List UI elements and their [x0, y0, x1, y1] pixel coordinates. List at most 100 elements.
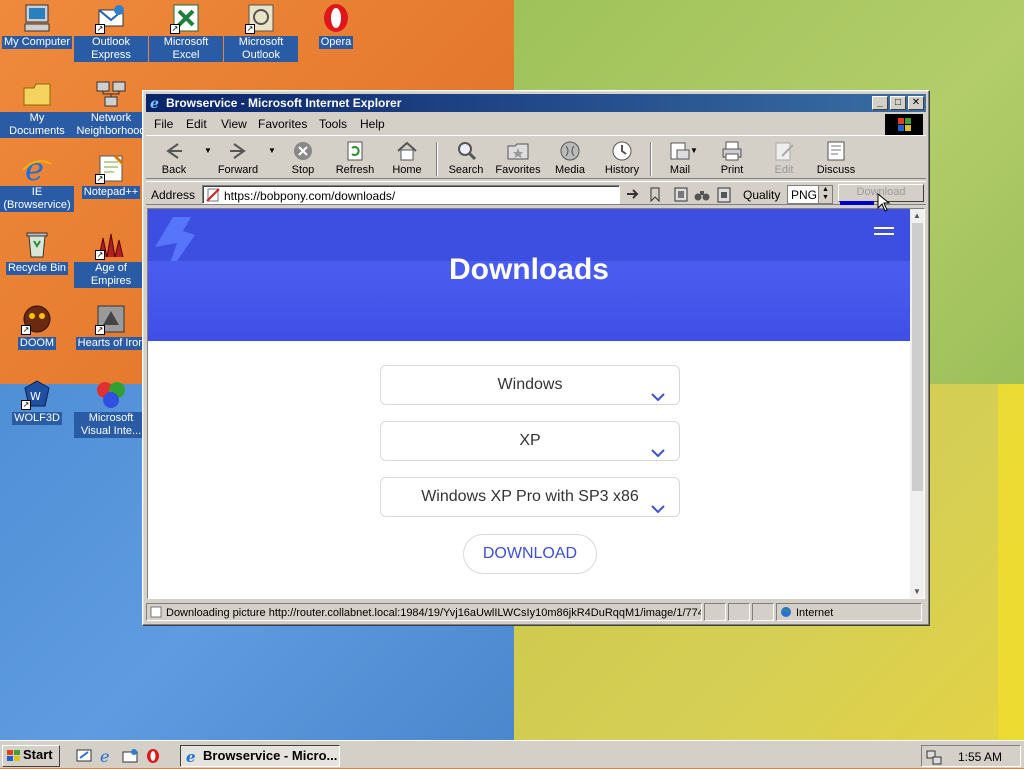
excel-icon: ↗: [170, 2, 202, 34]
menu-favorites[interactable]: Favorites: [258, 117, 307, 131]
favorites-folder-icon: [506, 140, 530, 162]
clock[interactable]: 1:55 AM: [958, 750, 1002, 764]
search-button[interactable]: Search: [440, 140, 492, 176]
taskbar-item-label: Browservice - Micro...: [203, 748, 338, 763]
title-bar[interactable]: e Browservice - Microsoft Internet Explo…: [146, 94, 926, 112]
bookmark-icon[interactable]: [646, 186, 664, 203]
opera-icon[interactable]: [145, 748, 161, 764]
windows-logo-icon: [6, 749, 21, 763]
scroll-up-icon[interactable]: ▲: [913, 211, 921, 220]
history-button[interactable]: History: [596, 140, 648, 176]
edition-select-value: Windows XP Pro with SP3 x86: [421, 488, 639, 505]
os-select[interactable]: Windows: [380, 365, 680, 405]
svg-text:e: e: [186, 749, 196, 764]
internet-explorer-icon[interactable]: e: [99, 747, 115, 766]
address-label: Address: [151, 188, 196, 202]
desktop-icon-my-computer[interactable]: My Computer: [0, 2, 74, 49]
desktop-icon-doom[interactable]: ↗ DOOM: [0, 303, 74, 350]
network-tray-icon[interactable]: [926, 749, 942, 765]
vertical-scrollbar[interactable]: ▲ ▼: [910, 209, 924, 598]
mail-dropdown-icon[interactable]: ▼: [690, 146, 698, 155]
close-button[interactable]: ✕: [908, 96, 924, 110]
chevron-down-icon: [651, 491, 665, 514]
scroll-down-icon[interactable]: ▼: [913, 587, 921, 596]
page-title: Downloads: [448, 253, 609, 286]
page-icon: [206, 188, 220, 202]
clipboard-icon[interactable]: [715, 186, 733, 203]
status-page-icon: [150, 606, 162, 618]
status-cell: [752, 603, 774, 621]
home-button[interactable]: Home: [381, 140, 433, 176]
hamburger-menu-icon[interactable]: [874, 227, 894, 239]
version-select[interactable]: XP: [380, 421, 680, 461]
version-select-value: XP: [519, 432, 541, 449]
doom-icon: ↗: [21, 303, 53, 335]
history-icon: [610, 140, 634, 162]
svg-text:W: W: [30, 390, 41, 403]
show-desktop-icon[interactable]: [76, 748, 92, 764]
mouse-cursor-icon: [877, 192, 891, 213]
outlook-express-icon[interactable]: [122, 748, 138, 764]
print-button[interactable]: Print: [706, 140, 758, 176]
status-text: Downloading picture http://router.collab…: [166, 607, 702, 619]
media-button[interactable]: Media: [544, 140, 596, 176]
mail-button[interactable]: Mail: [654, 140, 706, 176]
network-icon: [95, 78, 127, 110]
menu-file[interactable]: File: [154, 117, 173, 131]
back-button[interactable]: Back: [148, 140, 200, 176]
edit-button[interactable]: Edit: [758, 140, 810, 176]
minimize-button[interactable]: _: [872, 96, 888, 110]
download-progress-bar: [840, 201, 874, 205]
forward-dropdown-icon[interactable]: ▼: [268, 146, 276, 155]
back-dropdown-icon[interactable]: ▼: [204, 146, 212, 155]
status-text-cell: Downloading picture http://router.collab…: [146, 603, 702, 621]
menu-edit[interactable]: Edit: [186, 117, 207, 131]
maximize-button[interactable]: □: [890, 96, 906, 110]
desktop-icon-notepad-plus[interactable]: ↗ Notepad++: [74, 152, 148, 199]
quality-spin-icon[interactable]: ▲ ▼: [818, 186, 832, 203]
desktop-icon-wolf3d[interactable]: W ↗ WOLF3D: [0, 378, 74, 425]
wallpaper-stripe: [998, 384, 1024, 740]
status-bar: Downloading picture http://router.collab…: [146, 602, 926, 622]
forward-arrow-icon: [226, 140, 250, 162]
discuss-button[interactable]: Discuss: [810, 140, 862, 176]
refresh-button[interactable]: Refresh: [329, 140, 381, 176]
start-label: Start: [23, 747, 53, 762]
desktop-icon-visual-interdev[interactable]: Microsoft Visual Inte...: [74, 378, 148, 438]
menu-view[interactable]: View: [221, 117, 247, 131]
desktop-icon-recycle-bin[interactable]: Recycle Bin: [0, 228, 74, 275]
desktop-icon-excel[interactable]: ↗ Microsoft Excel: [149, 2, 223, 62]
taskbar-item-browservice[interactable]: e Browservice - Micro...: [180, 745, 340, 767]
desktop-icon-age-of-empires[interactable]: ↗ Age of Empires: [74, 228, 148, 288]
go-arrow-icon[interactable]: [624, 186, 642, 203]
os-select-value: Windows: [497, 376, 563, 393]
address-url: https://bobpony.com/downloads/: [224, 189, 396, 203]
desktop-icon-my-documents[interactable]: My Documents: [0, 78, 74, 138]
favorites-button[interactable]: Favorites: [492, 140, 544, 176]
desktop-icon-hearts-of-iron[interactable]: ↗ Hearts of Iron: [74, 303, 148, 350]
chevron-down-icon: [651, 379, 665, 402]
address-input[interactable]: https://bobpony.com/downloads/: [202, 185, 620, 204]
desktop-icon-ie-browservice[interactable]: e IE (Browservice): [0, 150, 74, 212]
page-view-icon[interactable]: [672, 186, 690, 203]
internet-zone-icon: [780, 606, 792, 618]
menu-help[interactable]: Help: [360, 117, 385, 131]
menu-tools[interactable]: Tools: [319, 117, 347, 131]
scrollbar-thumb[interactable]: [912, 223, 923, 491]
stop-button[interactable]: Stop: [277, 140, 329, 176]
media-icon: [558, 140, 582, 162]
start-button[interactable]: Start: [2, 745, 60, 767]
find-binoculars-icon[interactable]: [693, 186, 711, 203]
desktop-icon-network[interactable]: Network Neighborhood: [74, 78, 148, 138]
download-button[interactable]: DOWNLOAD: [463, 534, 597, 574]
internet-explorer-icon: e: [185, 748, 200, 766]
desktop-icon-opera[interactable]: Opera: [299, 2, 373, 49]
desktop-icon-outlook[interactable]: ↗ Microsoft Outlook: [224, 2, 298, 62]
quality-select[interactable]: PNG ▲ ▼: [787, 185, 833, 204]
edition-select[interactable]: Windows XP Pro with SP3 x86: [380, 477, 680, 517]
toolbar-separator: [436, 142, 438, 176]
forward-button[interactable]: Forward: [212, 140, 264, 176]
status-cell: [704, 603, 726, 621]
window-title: Browservice - Microsoft Internet Explore…: [166, 96, 402, 110]
desktop-icon-outlook-express[interactable]: ↗ Outlook Express: [74, 2, 148, 62]
